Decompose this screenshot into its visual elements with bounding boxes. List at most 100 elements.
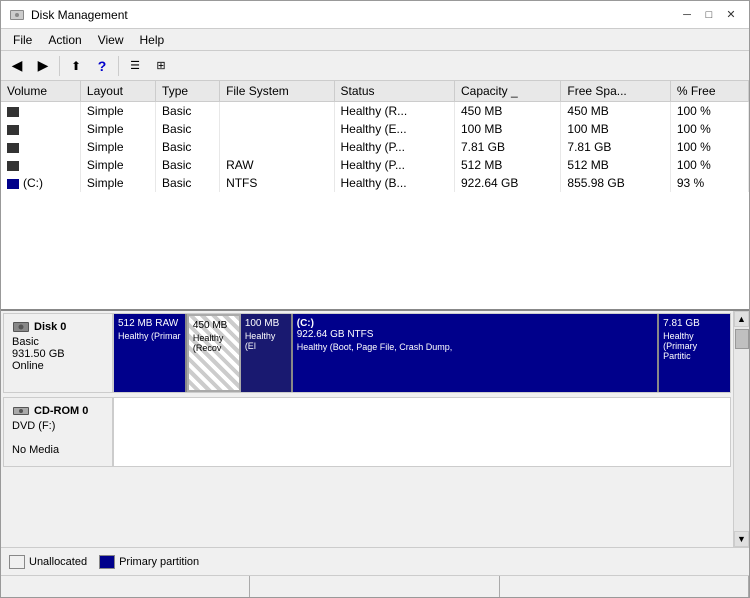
disk-icon [12,320,30,334]
table-cell: Simple [80,102,155,121]
menu-file[interactable]: File [5,31,40,49]
volume-icon [7,161,19,171]
table-cell [220,102,334,121]
disk0-size: 931.50 GB [12,348,104,360]
toolbar-separator-2 [118,56,119,76]
disk0-name: Disk 0 [34,321,66,333]
status-segment-1 [1,576,250,597]
legend-primary: Primary partition [99,555,199,569]
table-cell: Basic [156,120,220,138]
col-pctfree[interactable]: % Free [670,81,748,102]
vscroll-bar: ▲ ▼ [733,311,749,547]
col-filesystem[interactable]: File System [220,81,334,102]
table-cell: Simple [80,120,155,138]
back-button[interactable]: ◀ [5,54,29,78]
disk-visual-scroll: Disk 0 Basic 931.50 GB Online 512 MB RAW… [1,311,749,547]
col-type[interactable]: Type [156,81,220,102]
table-cell: 450 MB [454,102,560,121]
col-freespace[interactable]: Free Spa... [561,81,670,102]
table-cell: 100 MB [561,120,670,138]
disk0-partition5[interactable]: 7.81 GB Healthy (Primary Partitic [659,314,730,392]
table-cell: 100 MB [454,120,560,138]
disk0-label: Disk 0 Basic 931.50 GB Online [3,313,113,393]
vscroll-thumb[interactable] [735,329,749,349]
table-row[interactable]: (C:)SimpleBasicNTFSHealthy (B...922.64 G… [1,174,749,192]
disk0-type: Basic [12,336,104,348]
table-cell: NTFS [220,174,334,192]
col-capacity[interactable]: Capacity _ [454,81,560,102]
main-content: Volume Layout Type File System Status Ca… [1,81,749,575]
vscroll-up-button[interactable]: ▲ [734,311,749,327]
detail-button[interactable]: ⊞ [149,54,173,78]
table-row[interactable]: SimpleBasicHealthy (P...7.81 GB7.81 GB10… [1,138,749,156]
legend-bar: Unallocated Primary partition [1,547,749,575]
list-button[interactable]: ☰ [123,54,147,78]
volume-icon [7,179,19,189]
col-volume[interactable]: Volume [1,81,80,102]
disk0-row: Disk 0 Basic 931.50 GB Online 512 MB RAW… [3,313,731,393]
cdrom-icon [12,404,30,418]
volume-icon [7,143,19,153]
volume-icon [7,107,19,117]
volume-icon [7,125,19,135]
vscroll-track [734,327,749,531]
vscroll-down-button[interactable]: ▼ [734,531,749,547]
title-bar: Disk Management ─ □ ✕ [1,1,749,29]
legend-unallocated: Unallocated [9,555,87,569]
disk0-partition3[interactable]: 100 MB Healthy (El [241,314,293,392]
table-cell: Basic [156,102,220,121]
app-icon [9,7,25,23]
table-cell: 100 % [670,102,748,121]
col-status[interactable]: Status [334,81,454,102]
table-cell: Basic [156,156,220,174]
table-cell [220,120,334,138]
minimize-button[interactable]: ─ [677,5,697,25]
disk0-partition1[interactable]: 512 MB RAW Healthy (Primar [114,314,187,392]
table-row[interactable]: SimpleBasicRAWHealthy (P...512 MB512 MB1… [1,156,749,174]
cdrom0-name: CD-ROM 0 [34,405,88,417]
disk-rows-container: Disk 0 Basic 931.50 GB Online 512 MB RAW… [1,311,733,547]
table-cell: 93 % [670,174,748,192]
table-cell: 100 % [670,120,748,138]
disk0-partition2[interactable]: 450 MB Healthy (Recov [187,314,241,392]
window-title: Disk Management [31,8,128,22]
help-button[interactable]: ? [90,54,114,78]
table-cell [220,138,334,156]
volume-table-area: Volume Layout Type File System Status Ca… [1,81,749,311]
table-cell: 7.81 GB [454,138,560,156]
menu-view[interactable]: View [90,31,132,49]
table-cell: RAW [220,156,334,174]
table-cell: Basic [156,138,220,156]
table-cell: Basic [156,174,220,192]
table-row[interactable]: SimpleBasicHealthy (R...450 MB450 MB100 … [1,102,749,121]
table-cell: 100 % [670,156,748,174]
table-cell: Healthy (E... [334,120,454,138]
cdrom0-drive: DVD (F:) [12,420,104,432]
up-button[interactable]: ⬆ [64,54,88,78]
toolbar-separator-1 [59,56,60,76]
legend-primary-box [99,555,115,569]
disk-management-window: Disk Management ─ □ ✕ File Action View H… [0,0,750,598]
table-row[interactable]: SimpleBasicHealthy (E...100 MB100 MB100 … [1,120,749,138]
col-layout[interactable]: Layout [80,81,155,102]
window-controls: ─ □ ✕ [677,5,741,25]
table-cell: 855.98 GB [561,174,670,192]
table-cell: Healthy (P... [334,138,454,156]
cdrom0-label: CD-ROM 0 DVD (F:) No Media [3,397,113,467]
table-cell: 512 MB [454,156,560,174]
table-cell: 512 MB [561,156,670,174]
forward-button[interactable]: ▶ [31,54,55,78]
table-cell: Simple [80,156,155,174]
legend-unalloc-label: Unallocated [29,556,87,568]
menu-help[interactable]: Help [132,31,173,49]
cdrom0-content [113,397,731,467]
legend-primary-label: Primary partition [119,556,199,568]
menu-bar: File Action View Help [1,29,749,51]
status-segment-3 [500,576,749,597]
menu-action[interactable]: Action [40,31,89,49]
table-cell: Healthy (R... [334,102,454,121]
cdrom0-media: No Media [12,444,104,456]
disk0-partition4[interactable]: (C:) 922.64 GB NTFS Healthy (Boot, Page … [293,314,659,392]
maximize-button[interactable]: □ [699,5,719,25]
close-button[interactable]: ✕ [721,5,741,25]
